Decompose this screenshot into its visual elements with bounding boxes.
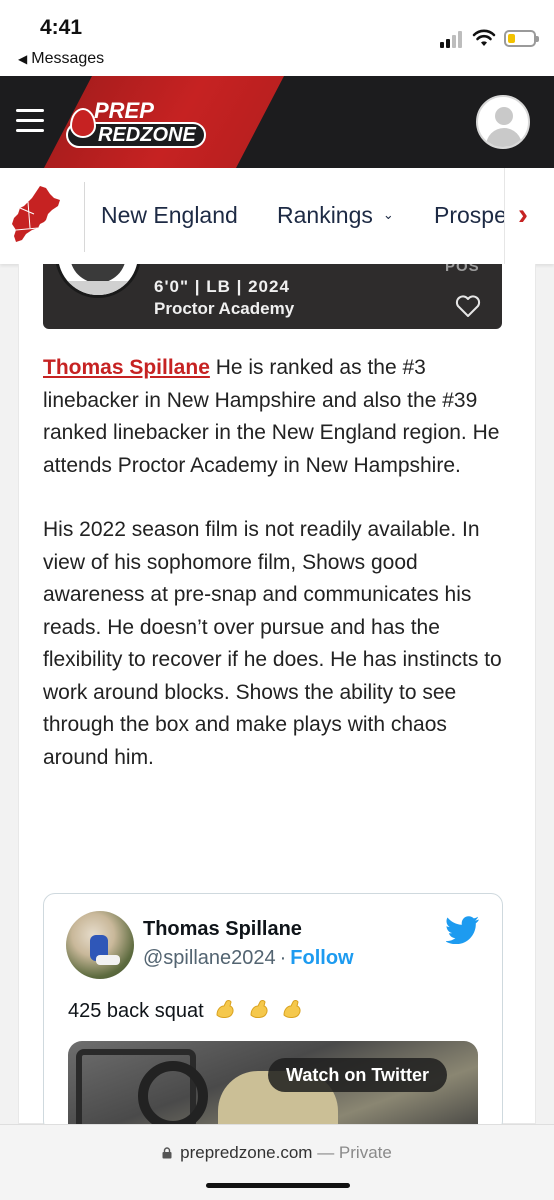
private-label: — Private xyxy=(317,1143,392,1162)
lock-icon xyxy=(162,1147,172,1159)
article-body: Thomas Spillane He is ranked as the #3 l… xyxy=(43,352,503,774)
status-time: 4:41 xyxy=(40,16,83,39)
player-info: 6'0" | LB | 2024 xyxy=(154,277,290,296)
url-domain: prepredzone.com xyxy=(180,1143,313,1162)
watch-on-twitter-button[interactable]: Watch on Twitter xyxy=(268,1058,447,1092)
twitter-bird-icon[interactable] xyxy=(446,916,480,944)
prep-redzone-logo[interactable]: PREP REDZONE xyxy=(66,98,206,148)
logo-football-icon xyxy=(70,108,96,138)
wifi-icon xyxy=(472,29,496,46)
nav-rankings-label: Rankings xyxy=(277,202,373,228)
cellular-signal-icon xyxy=(440,30,466,48)
tweet-handle[interactable]: @spillane2024 xyxy=(143,947,276,969)
article-card: POS 6'0" | LB | 2024 Proctor Academy Tho… xyxy=(18,264,536,1133)
nav-divider xyxy=(84,182,85,252)
region-nav: New England Rankings ⌄ Prospe › xyxy=(0,168,554,264)
flexed-biceps-icon xyxy=(283,1000,301,1018)
player-pos-label: POS xyxy=(445,264,480,275)
player-card[interactable]: POS 6'0" | LB | 2024 Proctor Academy xyxy=(43,264,502,329)
battery-icon xyxy=(504,30,539,47)
menu-hamburger-icon[interactable] xyxy=(16,109,44,133)
tweet-video-thumbnail[interactable]: Watch on Twitter xyxy=(68,1041,478,1132)
flexed-biceps-icon xyxy=(250,1000,268,1018)
site-header: PREP REDZONE xyxy=(0,76,554,168)
back-label: Messages xyxy=(31,50,105,67)
tweet-author-avatar[interactable] xyxy=(66,911,134,979)
article-paragraph: His 2022 season film is not readily avai… xyxy=(43,518,502,769)
handle-separator: · xyxy=(279,947,287,969)
nav-item-rankings[interactable]: Rankings ⌄ xyxy=(277,202,394,229)
heart-icon[interactable] xyxy=(455,294,481,318)
back-to-messages[interactable]: ◀ Messages xyxy=(18,50,104,68)
back-arrow-icon: ◀ xyxy=(18,52,28,66)
new-england-map-icon[interactable] xyxy=(10,184,62,246)
player-name-link[interactable]: Thomas Spillane xyxy=(43,356,210,379)
embedded-tweet[interactable]: Thomas Spillane @spillane2024 · Follow 425… xyxy=(43,893,503,1133)
tweet-follow-link[interactable]: Follow xyxy=(290,947,353,969)
chevron-down-icon: ⌄ xyxy=(382,207,394,222)
tweet-text: 425 back squat xyxy=(68,1000,204,1022)
player-school: Proctor Academy xyxy=(154,299,295,318)
flexed-biceps-icon xyxy=(216,1000,234,1018)
status-bar: 4:41 ◀ Messages xyxy=(0,0,554,76)
browser-address-bar[interactable]: prepredzone.com — Private xyxy=(0,1124,554,1200)
nav-item-prospects[interactable]: Prospe xyxy=(434,202,510,229)
chevron-right-icon[interactable]: › xyxy=(518,198,528,232)
tweet-text-row: 425 back squat xyxy=(68,997,304,1023)
url-display[interactable]: prepredzone.com — Private xyxy=(0,1143,554,1163)
user-avatar[interactable] xyxy=(476,95,530,149)
article-paragraph: Thomas Spillane He is ranked as the #3 l… xyxy=(43,352,503,482)
nav-item-new-england[interactable]: New England xyxy=(101,202,238,229)
nav-scroll-area xyxy=(504,168,554,264)
tweet-author-handle-row: @spillane2024 · Follow xyxy=(143,947,354,970)
logo-text-prep: PREP xyxy=(94,98,154,123)
home-indicator[interactable] xyxy=(206,1183,350,1188)
tweet-author-name[interactable]: Thomas Spillane xyxy=(143,918,302,941)
player-avatar xyxy=(55,264,141,298)
